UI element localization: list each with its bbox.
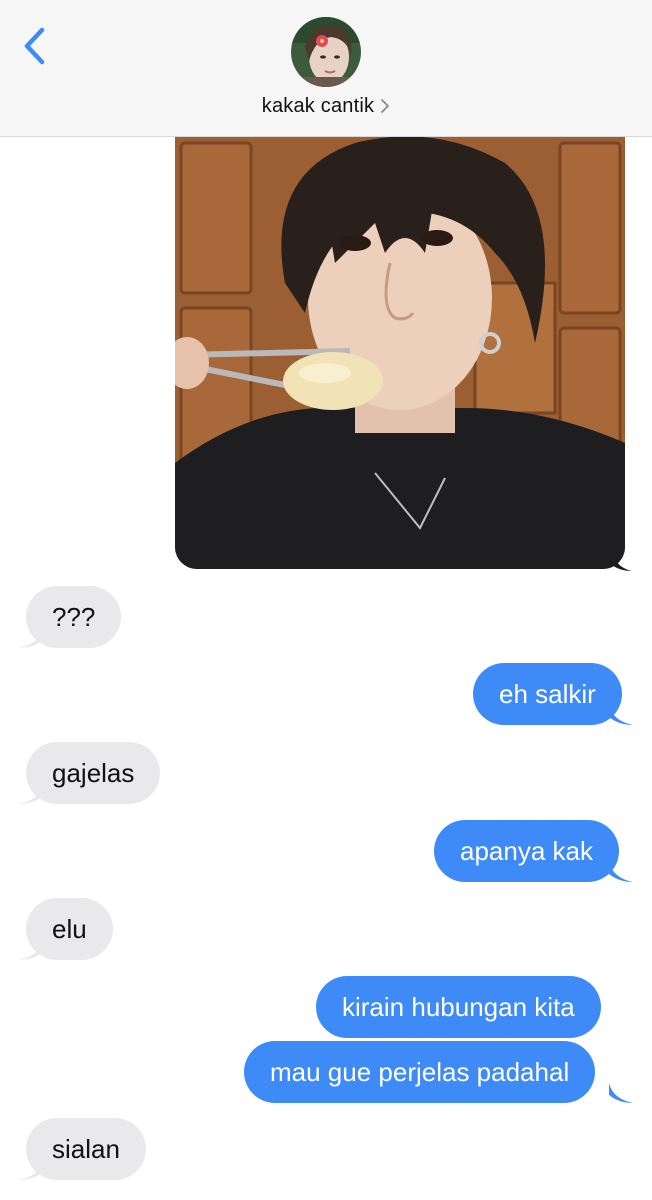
- outgoing-message-bubble[interactable]: mau gue perjelas padahal: [244, 1041, 596, 1103]
- bubble-tail: [19, 628, 43, 648]
- contact-name: kakak cantik: [261, 94, 375, 117]
- message-text: eh salkir: [499, 679, 596, 709]
- message-thread[interactable]: ??? eh salkir gajelas apanya kak elu kir…: [0, 133, 652, 1200]
- chevron-left-icon: [24, 27, 45, 65]
- incoming-message-bubble[interactable]: gajelas: [26, 742, 161, 804]
- bubble-tail: [19, 1160, 43, 1180]
- bubble-tail: [609, 1083, 633, 1103]
- message-text: sialan: [52, 1134, 120, 1164]
- bubble-tail: [612, 549, 632, 571]
- incoming-message-bubble[interactable]: sialan: [26, 1118, 146, 1180]
- photo-message[interactable]: [175, 133, 625, 569]
- message-text: elu: [52, 914, 87, 944]
- message-text: gajelas: [52, 758, 135, 788]
- selfie-photo: [175, 133, 625, 569]
- message-text: kirain hubungan kita: [342, 992, 575, 1022]
- bubble-tail: [609, 705, 633, 725]
- contact-avatar[interactable]: [291, 17, 361, 87]
- outgoing-message-bubble[interactable]: eh salkir: [473, 663, 622, 725]
- back-button[interactable]: [14, 24, 54, 68]
- chevron-right-icon: [381, 99, 390, 113]
- contact-name-row[interactable]: kakak cantik: [0, 92, 652, 120]
- outgoing-message-bubble[interactable]: kirain hubungan kita: [316, 976, 601, 1038]
- bubble-tail: [19, 784, 43, 804]
- outgoing-message-bubble[interactable]: apanya kak: [434, 820, 619, 882]
- conversation-header: kakak cantik: [0, 0, 652, 137]
- message-text: apanya kak: [460, 836, 593, 866]
- bubble-tail: [19, 940, 43, 960]
- message-text: mau gue perjelas padahal: [270, 1057, 570, 1087]
- message-text: ???: [52, 602, 96, 632]
- bubble-tail: [609, 862, 633, 882]
